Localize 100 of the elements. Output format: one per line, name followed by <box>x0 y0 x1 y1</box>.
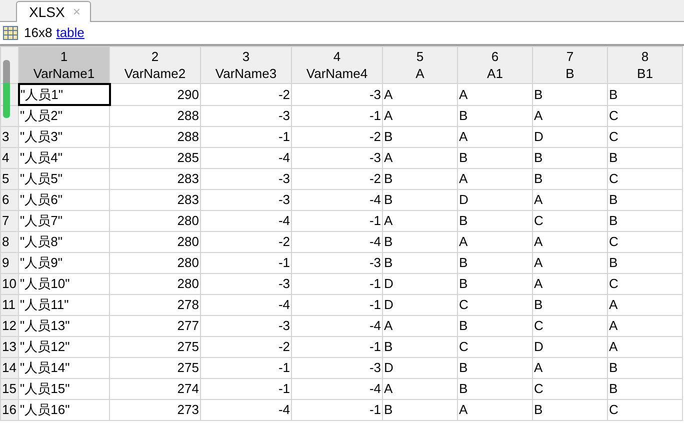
table-cell[interactable]: A <box>532 189 608 210</box>
table-cell[interactable]: -4 <box>200 399 292 420</box>
table-cell[interactable]: B <box>382 336 458 357</box>
column-header[interactable]: 1 VarName1 <box>18 46 110 84</box>
table-cell[interactable]: -1 <box>292 210 382 231</box>
row-header[interactable]: 10 <box>0 273 18 294</box>
table-cell[interactable]: 280 <box>110 273 200 294</box>
table-cell[interactable]: B <box>382 399 458 420</box>
row-header[interactable]: 14 <box>0 357 18 378</box>
table-cell[interactable]: D <box>382 357 458 378</box>
table-cell[interactable]: "人员1" <box>18 84 110 105</box>
row-header[interactable]: 16 <box>0 399 18 420</box>
table-cell[interactable]: A <box>382 84 458 105</box>
row-header[interactable]: 8 <box>0 231 18 252</box>
table-cell[interactable]: C <box>532 210 608 231</box>
table-cell[interactable]: D <box>382 294 458 315</box>
table-cell[interactable]: "人员2" <box>18 105 110 126</box>
table-cell[interactable]: B <box>382 252 458 273</box>
table-cell[interactable]: A <box>532 231 608 252</box>
table-cell[interactable]: "人员11" <box>18 294 110 315</box>
table-cell[interactable]: B <box>458 210 532 231</box>
table-cell[interactable]: B <box>608 84 682 105</box>
table-cell[interactable]: -3 <box>292 252 382 273</box>
table-cell[interactable]: D <box>382 273 458 294</box>
table-cell[interactable]: -1 <box>292 399 382 420</box>
table-cell[interactable]: -3 <box>200 105 292 126</box>
table-cell[interactable]: 283 <box>110 189 200 210</box>
table-cell[interactable]: -1 <box>200 252 292 273</box>
table-cell[interactable]: "人员4" <box>18 147 110 168</box>
table-cell[interactable]: "人员7" <box>18 210 110 231</box>
table-cell[interactable]: -1 <box>292 294 382 315</box>
table-cell[interactable]: -4 <box>292 378 382 399</box>
table-cell[interactable]: 283 <box>110 168 200 189</box>
table-cell[interactable]: -4 <box>200 294 292 315</box>
table-cell[interactable]: B <box>608 252 682 273</box>
table-cell[interactable]: "人员9" <box>18 252 110 273</box>
table-cell[interactable]: C <box>458 336 532 357</box>
table-cell[interactable]: B <box>458 357 532 378</box>
table-cell[interactable]: A <box>532 273 608 294</box>
table-cell[interactable]: B <box>532 84 608 105</box>
column-header[interactable]: 3 VarName3 <box>200 46 292 84</box>
table-cell[interactable]: -2 <box>200 84 292 105</box>
table-cell[interactable]: A <box>608 315 682 336</box>
table-cell[interactable]: -3 <box>292 84 382 105</box>
table-cell[interactable]: A <box>458 126 532 147</box>
table-cell[interactable]: "人员10" <box>18 273 110 294</box>
table-cell[interactable]: A <box>382 147 458 168</box>
column-header[interactable]: 8 B1 <box>608 46 682 84</box>
table-cell[interactable]: 278 <box>110 294 200 315</box>
table-cell[interactable]: 277 <box>110 315 200 336</box>
table-cell[interactable]: C <box>608 168 682 189</box>
table-cell[interactable]: B <box>608 357 682 378</box>
table-cell[interactable]: "人员5" <box>18 168 110 189</box>
table-cell[interactable]: -1 <box>200 357 292 378</box>
table-cell[interactable]: A <box>458 399 532 420</box>
table-cell[interactable]: -1 <box>292 336 382 357</box>
table-cell[interactable]: -2 <box>292 168 382 189</box>
table-cell[interactable]: C <box>608 399 682 420</box>
table-cell[interactable]: "人员13" <box>18 315 110 336</box>
table-cell[interactable]: C <box>532 315 608 336</box>
table-cell[interactable]: A <box>608 294 682 315</box>
table-cell[interactable]: B <box>532 294 608 315</box>
table-cell[interactable]: -4 <box>292 315 382 336</box>
table-cell[interactable]: -3 <box>200 189 292 210</box>
table-cell[interactable]: C <box>532 378 608 399</box>
table-cell[interactable]: -4 <box>292 231 382 252</box>
table-cell[interactable]: -1 <box>292 273 382 294</box>
row-header[interactable]: 6 <box>0 189 18 210</box>
table-cell[interactable]: 273 <box>110 399 200 420</box>
table-cell[interactable]: B <box>608 378 682 399</box>
table-cell[interactable]: -3 <box>200 315 292 336</box>
table-cell[interactable]: C <box>608 126 682 147</box>
table-cell[interactable]: -3 <box>292 147 382 168</box>
table-cell[interactable]: B <box>608 189 682 210</box>
table-cell[interactable]: B <box>458 105 532 126</box>
table-cell[interactable]: -1 <box>200 378 292 399</box>
table-cell[interactable]: D <box>458 189 532 210</box>
table-cell[interactable]: B <box>458 147 532 168</box>
table-cell[interactable]: "人员15" <box>18 378 110 399</box>
table-cell[interactable]: C <box>608 105 682 126</box>
table-cell[interactable]: "人员6" <box>18 189 110 210</box>
table-cell[interactable]: 290 <box>110 84 200 105</box>
table-cell[interactable]: A <box>532 357 608 378</box>
column-header[interactable]: 5 A <box>382 46 458 84</box>
table-cell[interactable]: B <box>532 147 608 168</box>
row-header[interactable]: 11 <box>0 294 18 315</box>
row-header[interactable]: 4 <box>0 147 18 168</box>
table-cell[interactable]: B <box>458 252 532 273</box>
table-cell[interactable]: C <box>608 231 682 252</box>
table-cell[interactable]: A <box>458 231 532 252</box>
table-cell[interactable]: D <box>532 336 608 357</box>
table-cell[interactable]: A <box>382 210 458 231</box>
table-cell[interactable]: B <box>532 399 608 420</box>
table-cell[interactable]: -1 <box>292 105 382 126</box>
row-header[interactable]: 13 <box>0 336 18 357</box>
row-header[interactable]: 9 <box>0 252 18 273</box>
table-cell[interactable]: 275 <box>110 336 200 357</box>
table-cell[interactable]: 280 <box>110 210 200 231</box>
table-cell[interactable]: B <box>382 126 458 147</box>
table-cell[interactable]: -4 <box>200 147 292 168</box>
